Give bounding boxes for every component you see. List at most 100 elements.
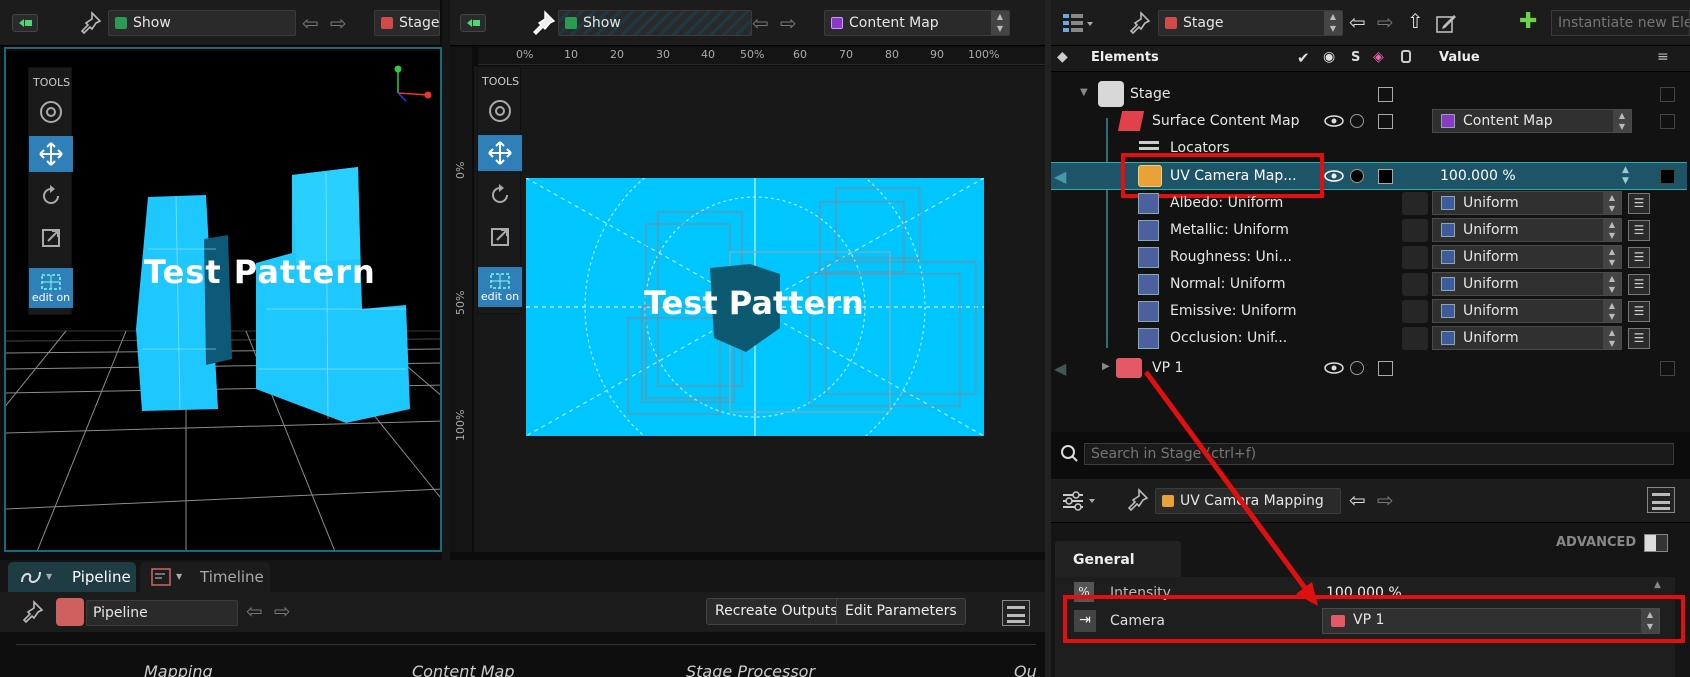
scale-tool-icon[interactable]	[478, 219, 522, 255]
pipeline-node-stage-processor[interactable]: Stage Processor	[686, 662, 815, 677]
left-3d-viewport[interactable]: Test Pattern TOOLS edit on	[4, 47, 442, 552]
tree-row-vp1[interactable]: ◀ ▶ VP 1	[1050, 355, 1690, 382]
select-spinner-icon[interactable]: ▲ ▼	[991, 11, 1009, 35]
stage-select[interactable]: Stage ▲ ▼	[1158, 10, 1343, 36]
col-s-header[interactable]: S	[1351, 50, 1360, 65]
forward-arrow-icon[interactable]: ⇨	[780, 13, 797, 33]
view-menu-icon[interactable]	[460, 14, 486, 32]
tree-row-occlusion[interactable]: Occlusion: Unif... Uniform ▲ ▼ ☰	[1050, 325, 1690, 352]
content-map-select[interactable]: Content Map ▲ ▼	[824, 10, 1010, 36]
up-arrow-icon[interactable]: ⇧	[1407, 11, 1424, 31]
edit-parameters-button[interactable]: Edit Parameters	[836, 598, 966, 625]
navigate-tool-icon[interactable]	[29, 94, 73, 130]
collapse-icon[interactable]: ◆	[1057, 49, 1068, 65]
edit-list-icon[interactable]: ☰	[1628, 247, 1650, 268]
lock-checkbox[interactable]	[1378, 169, 1393, 184]
edit-icon[interactable]	[1435, 12, 1457, 34]
edit-list-icon[interactable]: ☰	[1628, 274, 1650, 295]
tab-dropdown-icon[interactable]: ▼	[46, 572, 52, 581]
roughness-value-select[interactable]: Uniform ▲ ▼	[1432, 245, 1622, 269]
slot-handle[interactable]	[1402, 300, 1428, 323]
tree-row-metallic[interactable]: Metallic: Uniform Uniform ▲ ▼ ☰	[1050, 217, 1690, 244]
layout-menu-icon[interactable]	[1647, 487, 1675, 513]
value-spinner-icon[interactable]: ▲ ▼	[1622, 165, 1629, 187]
normal-value-select[interactable]: Uniform ▲ ▼	[1432, 272, 1622, 296]
back-arrow-icon[interactable]: ⇦	[1349, 490, 1366, 510]
tree-row-albedo[interactable]: Albedo: Uniform Uniform ▲ ▼ ☰	[1050, 190, 1690, 217]
tree-row-normal[interactable]: Normal: Uniform Uniform ▲ ▼ ☰	[1050, 271, 1690, 298]
pipeline-graph[interactable]: Mapping Content Map Stage Processor Ou	[0, 632, 1045, 677]
layout-menu-icon[interactable]	[1002, 600, 1030, 626]
edit-list-icon[interactable]: ☰	[1628, 301, 1650, 322]
slot-handle[interactable]	[1402, 273, 1428, 296]
col-settings-icon[interactable]: ≡	[1657, 49, 1669, 65]
pipeline-field[interactable]: Pipeline	[86, 600, 238, 626]
forward-arrow-icon[interactable]: ⇨	[274, 601, 291, 621]
visibility-checkbox[interactable]	[1378, 87, 1393, 102]
axis-gizmo-icon[interactable]	[388, 59, 438, 109]
stage-field[interactable]: Stage	[374, 10, 440, 36]
edit-list-icon[interactable]: ☰	[1628, 220, 1650, 241]
edit-list-icon[interactable]: ☰	[1628, 193, 1650, 214]
tab-general[interactable]: General	[1055, 541, 1181, 577]
slot-handle[interactable]	[1402, 192, 1428, 215]
rotate-tool-icon[interactable]	[29, 178, 73, 214]
back-arrow-icon[interactable]: ⇦	[752, 13, 769, 33]
move-tool-icon[interactable]	[478, 135, 522, 171]
tab-dropdown-icon[interactable]: ▼	[176, 572, 182, 581]
albedo-value-select[interactable]: Uniform ▲ ▼	[1432, 191, 1622, 215]
solo-toggle[interactable]	[1350, 361, 1364, 375]
select-spinner-icon[interactable]: ▲ ▼	[1603, 219, 1621, 241]
forward-arrow-icon[interactable]: ⇨	[330, 13, 347, 33]
content-map-value-select[interactable]: Content Map ▲ ▼	[1432, 109, 1632, 133]
select-spinner-icon[interactable]: ▲ ▼	[1603, 246, 1621, 268]
viewport-divider[interactable]	[442, 0, 450, 560]
pipeline-node-output[interactable]: Ou	[1014, 662, 1037, 677]
forward-arrow-icon[interactable]: ⇨	[1377, 12, 1394, 32]
pin-icon[interactable]	[530, 9, 558, 37]
select-spinner-icon[interactable]: ▲ ▼	[1603, 192, 1621, 214]
select-spinner-icon[interactable]: ▲ ▼	[1324, 11, 1342, 35]
middle-2d-viewport[interactable]: Test Pattern TOOLS edit on	[474, 66, 1050, 552]
pin-icon[interactable]	[1125, 487, 1151, 513]
select-spinner-icon[interactable]: ▲ ▼	[1603, 273, 1621, 295]
move-tool-icon[interactable]	[29, 136, 73, 172]
slot-handle[interactable]	[1402, 327, 1428, 350]
content-canvas[interactable]: Test Pattern	[526, 178, 984, 436]
recreate-outputs-button[interactable]: Recreate Outputs	[706, 598, 847, 625]
intensity-value[interactable]: 100.000 %	[1440, 168, 1516, 184]
lock-checkbox[interactable]	[1378, 361, 1393, 376]
advanced-toggle[interactable]	[1644, 534, 1668, 552]
select-spinner-icon[interactable]: ▲ ▼	[1603, 300, 1621, 322]
occlusion-value-select[interactable]: Uniform ▲ ▼	[1432, 326, 1622, 350]
pipeline-node-content-map[interactable]: Content Map	[412, 662, 514, 677]
tree-row-surface-content-map[interactable]: Surface Content Map Content Map ▲ ▼	[1050, 108, 1690, 135]
tab-timeline[interactable]: ▼ Timeline	[140, 562, 270, 592]
scale-tool-icon[interactable]	[29, 220, 73, 256]
col-elements-header[interactable]: Elements	[1091, 50, 1159, 65]
add-element-icon[interactable]: ✚	[1519, 11, 1537, 33]
solo-toggle[interactable]	[1350, 169, 1364, 183]
edit-on-button[interactable]: edit on	[478, 267, 522, 307]
col-eye-icon[interactable]: ◉	[1323, 49, 1335, 65]
navigate-tool-icon[interactable]	[478, 93, 522, 129]
back-arrow-icon[interactable]: ⇦	[246, 601, 263, 621]
edit-on-button[interactable]: edit on	[29, 268, 73, 308]
expand-arrow-icon[interactable]: ▶	[1102, 361, 1110, 372]
show-field[interactable]: Show	[108, 10, 296, 36]
tree-row-emissive[interactable]: Emissive: Uniform Uniform ▲ ▼ ☰	[1050, 298, 1690, 325]
row-end-checkbox[interactable]	[1660, 361, 1675, 376]
instantiate-input[interactable]	[1551, 10, 1690, 36]
value-spinner-icon[interactable]: ▲	[1654, 580, 1661, 590]
outliner-menu-icon[interactable]	[1061, 11, 1095, 35]
eye-icon[interactable]	[1324, 170, 1344, 182]
pin-icon[interactable]	[1127, 10, 1153, 36]
col-value-header[interactable]: Value	[1439, 50, 1480, 65]
pin-icon[interactable]	[20, 599, 46, 625]
search-input[interactable]	[1084, 443, 1674, 465]
back-arrow-icon[interactable]: ⇦	[302, 13, 319, 33]
expand-arrow-icon[interactable]: ▼	[1080, 87, 1088, 98]
col-lock-icon[interactable]	[1401, 50, 1411, 63]
emissive-value-select[interactable]: Uniform ▲ ▼	[1432, 299, 1622, 323]
eye-icon[interactable]	[1324, 115, 1344, 127]
